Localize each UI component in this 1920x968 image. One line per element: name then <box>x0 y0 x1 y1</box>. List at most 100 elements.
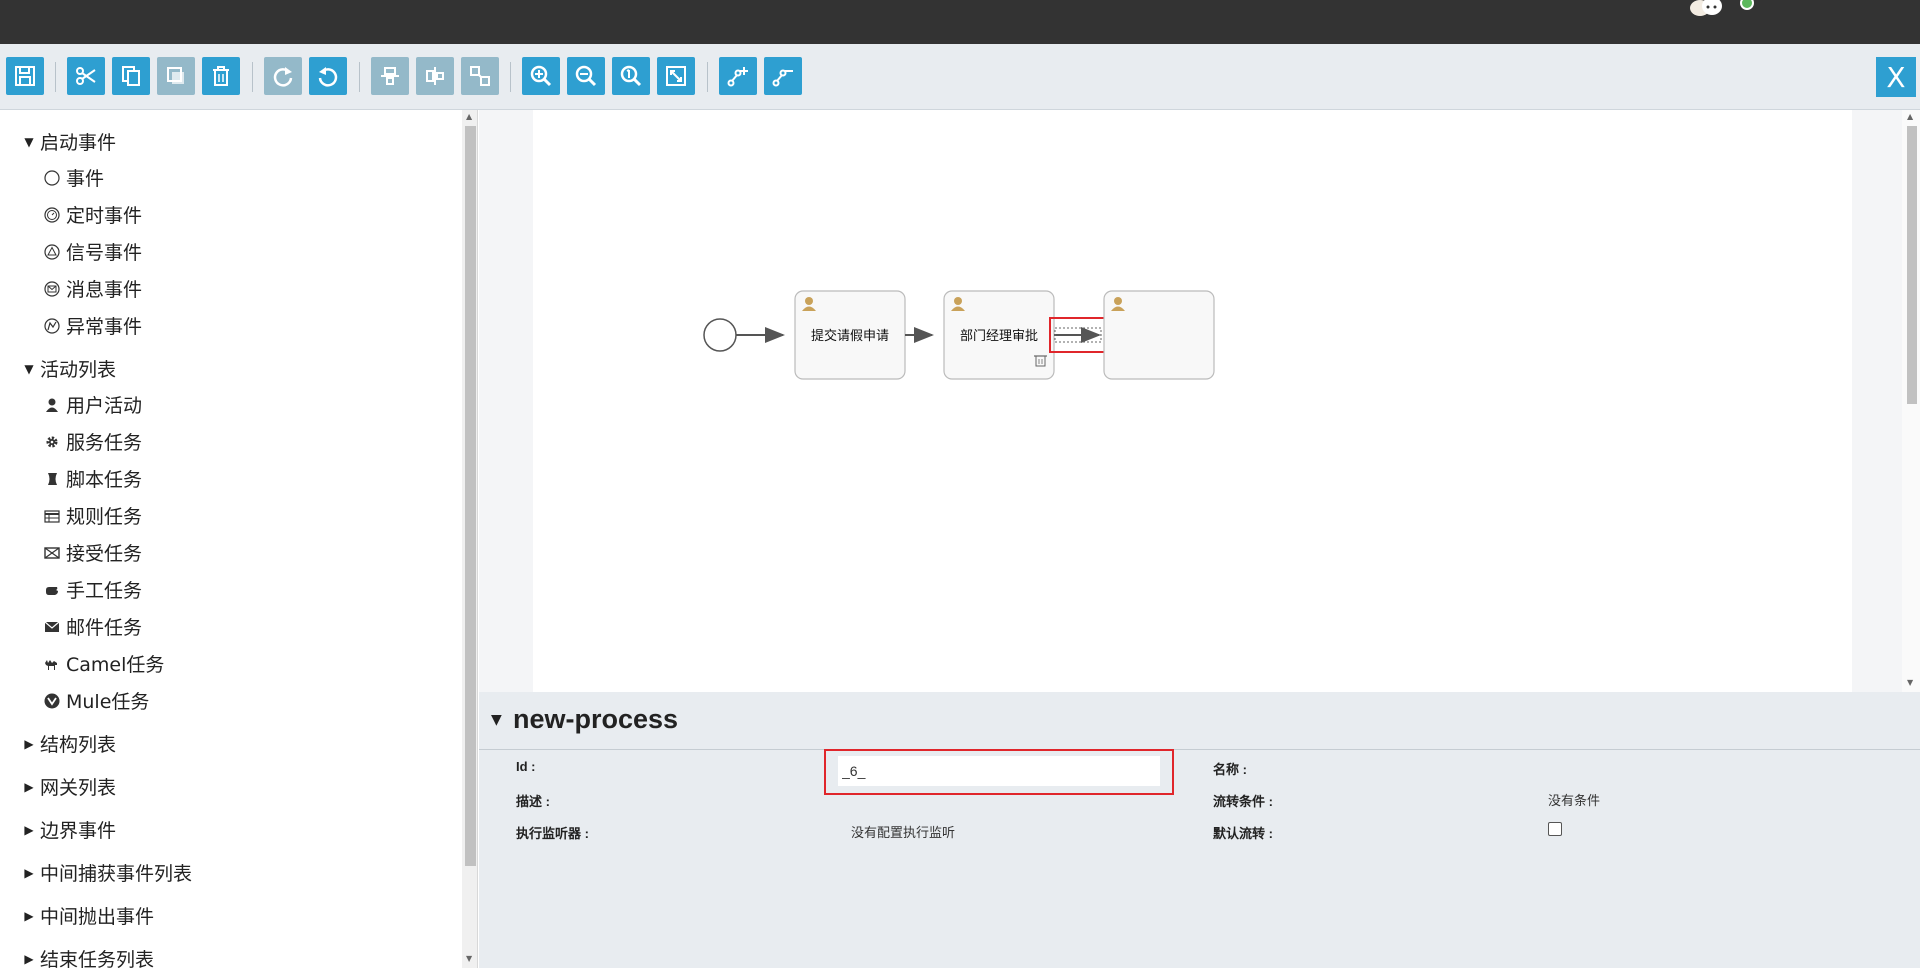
task-label: 提交请假申请 <box>811 328 889 343</box>
toolbar-separator <box>510 62 511 92</box>
palette-item-label: 邮件任务 <box>66 617 143 639</box>
palette-item-label: 用户活动 <box>66 395 143 417</box>
condition-value[interactable]: 没有条件 <box>1548 790 1600 809</box>
palette-item-error-event[interactable]: 异常事件 <box>42 312 142 339</box>
palette-group-label: 网关列表 <box>40 777 117 799</box>
properties-panel: ▼ new-process Id : 名称 : 描述 : 流转条件 : 没有条件… <box>479 692 1920 968</box>
chevron-down-icon[interactable]: ▼ <box>491 712 502 728</box>
palette-item-message-event[interactable]: 消息事件 <box>42 275 142 302</box>
palette-item-rule-task[interactable]: 规则任务 <box>42 502 142 529</box>
zoom-in-button[interactable] <box>522 57 560 95</box>
palette-item-label: 服务任务 <box>66 432 143 454</box>
script-icon <box>42 469 62 489</box>
id-label: Id : <box>516 759 536 774</box>
process-diagram: 提交请假申请 部门经理审批 <box>703 290 1215 380</box>
user-task-node[interactable]: 部门经理审批 <box>943 290 1055 380</box>
palette-item-mule-task[interactable]: Mule任务 <box>42 687 149 714</box>
cut-button[interactable] <box>67 57 105 95</box>
save-icon <box>15 66 35 86</box>
remove-bendpoint-button[interactable] <box>764 57 802 95</box>
palette-group-structure[interactable]: ▶ 结构列表 <box>22 730 116 757</box>
scrollbar-thumb[interactable] <box>465 126 476 866</box>
palette-group-start-events[interactable]: ▼ 启动事件 <box>22 128 116 155</box>
id-input[interactable] <box>838 756 1160 786</box>
palette-item-manual-task[interactable]: 手工任务 <box>42 576 142 603</box>
same-size-icon <box>470 66 490 86</box>
toolbar: X <box>0 44 1920 110</box>
add-bendpoint-button[interactable] <box>719 57 757 95</box>
align-horizontal-button[interactable] <box>371 57 409 95</box>
palette-group-end-events[interactable]: ▶ 结束任务列表 <box>22 945 154 968</box>
palette-item-event[interactable]: 事件 <box>42 164 104 191</box>
same-size-button[interactable] <box>461 57 499 95</box>
undo-button[interactable] <box>309 57 347 95</box>
message-icon <box>42 279 62 299</box>
align-vertical-button[interactable] <box>416 57 454 95</box>
redo-button[interactable] <box>264 57 302 95</box>
palette-item-service-task[interactable]: 服务任务 <box>42 428 142 455</box>
remove-bendpoint-icon <box>772 69 793 87</box>
zoom-fit-button[interactable] <box>657 57 695 95</box>
circle-icon <box>42 168 62 188</box>
scrollbar-thumb[interactable] <box>1907 126 1917 404</box>
align-horizontal-icon <box>381 67 399 85</box>
toolbar-separator <box>55 62 56 92</box>
copy-icon <box>122 66 140 86</box>
user-task-node[interactable]: 提交请假申请 <box>794 290 906 380</box>
palette-item-label: 信号事件 <box>66 242 143 264</box>
gear-icon <box>42 432 62 452</box>
palette-item-label: 消息事件 <box>66 279 143 301</box>
palette-item-camel-task[interactable]: Camel任务 <box>42 650 164 677</box>
chevron-right-icon: ▶ <box>24 908 34 923</box>
zoom-out-icon <box>575 65 597 87</box>
listener-value[interactable]: 没有配置执行监听 <box>851 822 955 841</box>
save-button[interactable] <box>6 57 44 95</box>
chevron-right-icon: ▶ <box>24 779 34 794</box>
palette-group-gateways[interactable]: ▶ 网关列表 <box>22 773 116 800</box>
zoom-actual-icon <box>620 65 642 87</box>
redo-icon <box>273 67 293 87</box>
add-bendpoint-icon <box>727 67 748 87</box>
start-event[interactable] <box>703 318 737 352</box>
paste-button[interactable] <box>157 57 195 95</box>
palette-group-activities[interactable]: ▼ 活动列表 <box>22 355 116 382</box>
paste-icon <box>167 67 184 84</box>
delete-button[interactable] <box>202 57 240 95</box>
user-avatar-icon[interactable] <box>1688 0 1726 18</box>
palette-item-label: 事件 <box>66 168 105 190</box>
close-button[interactable]: X <box>1876 57 1916 97</box>
diagram-canvas[interactable]: 提交请假申请 部门经理审批 <box>533 110 1852 692</box>
palette-item-signal-event[interactable]: 信号事件 <box>42 238 142 265</box>
chevron-right-icon: ▶ <box>24 951 34 966</box>
toolbar-separator <box>359 62 360 92</box>
scroll-down-icon[interactable]: ▼ <box>466 954 472 963</box>
palette-item-timer-event[interactable]: 定时事件 <box>42 201 142 228</box>
mule-icon <box>42 691 62 711</box>
scroll-up-icon[interactable]: ▲ <box>1907 112 1913 121</box>
canvas-scrollbar[interactable]: ▲ ▼ <box>1902 110 1920 692</box>
palette-item-user-task[interactable]: 用户活动 <box>42 391 142 418</box>
scroll-up-icon[interactable]: ▲ <box>466 112 472 121</box>
default-flow-checkbox[interactable] <box>1548 822 1562 836</box>
palette-item-label: 规则任务 <box>66 506 143 528</box>
top-bar <box>0 0 1920 44</box>
properties-header[interactable]: ▼ new-process <box>479 692 1920 750</box>
palette-group-intermediate-throw[interactable]: ▶ 中间抛出事件 <box>22 902 154 929</box>
zoom-actual-button[interactable] <box>612 57 650 95</box>
zoom-out-button[interactable] <box>567 57 605 95</box>
scroll-down-icon[interactable]: ▼ <box>1907 678 1913 687</box>
palette-group-label: 中间捕获事件列表 <box>40 863 193 885</box>
signal-icon <box>42 242 62 262</box>
copy-button[interactable] <box>112 57 150 95</box>
user-task-node[interactable] <box>1103 290 1215 380</box>
palette-scrollbar[interactable]: ▲ ▼ <box>462 110 477 968</box>
palette-item-mail-task[interactable]: 邮件任务 <box>42 613 142 640</box>
palette-group-intermediate-catch[interactable]: ▶ 中间捕获事件列表 <box>22 859 192 886</box>
palette-item-script-task[interactable]: 脚本任务 <box>42 465 142 492</box>
palette-group-boundary-events[interactable]: ▶ 边界事件 <box>22 816 116 843</box>
palette-item-label: 手工任务 <box>66 580 143 602</box>
palette-item-label: 脚本任务 <box>66 469 143 491</box>
palette-item-receive-task[interactable]: 接受任务 <box>42 539 142 566</box>
diagram-canvas-area: 提交请假申请 部门经理审批 ▲ ▼ <box>479 110 1920 692</box>
task-label: 部门经理审批 <box>960 328 1038 343</box>
